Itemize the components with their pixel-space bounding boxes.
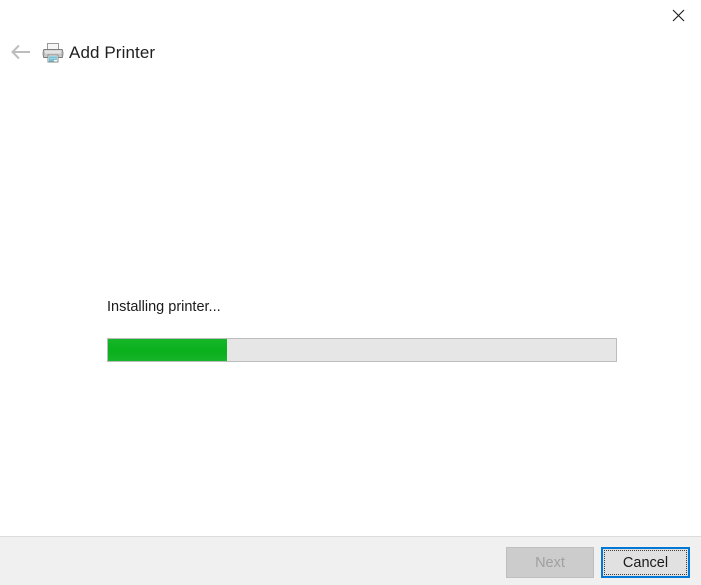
dialog-footer: Next Cancel bbox=[0, 536, 701, 585]
cancel-button-label: Cancel bbox=[622, 554, 669, 571]
dialog-header: Add Printer bbox=[0, 30, 701, 78]
title-bar bbox=[0, 0, 701, 30]
next-button[interactable]: Next bbox=[506, 547, 594, 578]
progress-bar-fill bbox=[108, 339, 228, 361]
status-text: Installing printer... bbox=[107, 299, 221, 315]
back-arrow-icon bbox=[10, 44, 32, 65]
close-button[interactable] bbox=[655, 0, 701, 30]
progress-bar bbox=[107, 338, 617, 362]
back-button[interactable] bbox=[6, 39, 36, 69]
close-icon bbox=[672, 9, 685, 22]
page-title: Add Printer bbox=[69, 43, 156, 62]
next-button-label: Next bbox=[535, 554, 565, 571]
add-printer-dialog: Add Printer Installing printer... Next C… bbox=[0, 0, 701, 585]
printer-icon bbox=[42, 42, 64, 64]
cancel-button[interactable]: Cancel bbox=[601, 547, 690, 578]
dialog-body: Installing printer... bbox=[0, 78, 701, 536]
